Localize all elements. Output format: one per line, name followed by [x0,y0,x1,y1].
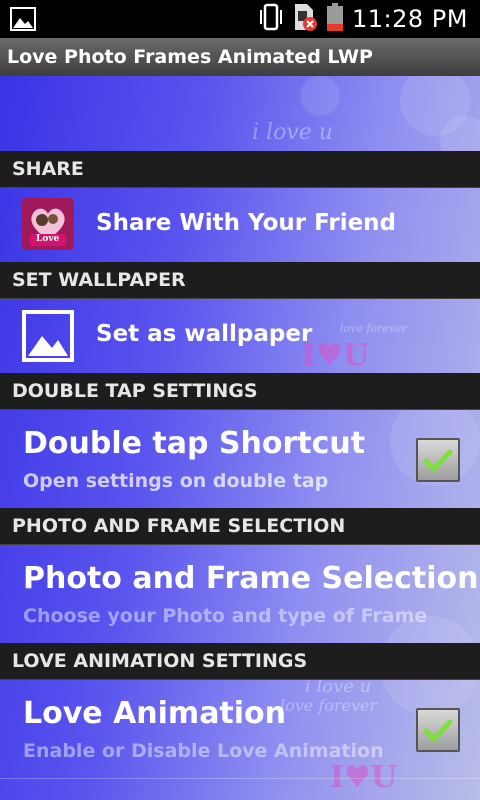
preferences-list[interactable]: i love u love forever love forever i lov… [0,76,480,800]
love-animation-checkbox[interactable] [416,708,460,752]
love-animation-summary: Enable or Disable Love Animation [23,740,384,762]
wallpaper-icon [22,310,74,362]
app-title: Love Photo Frames Animated LWP [7,46,373,68]
set-wallpaper-item[interactable]: Set as wallpaper [0,299,480,373]
vibrate-icon [258,3,284,35]
list-divider [0,778,480,779]
section-header-share: SHARE [0,151,480,188]
section-header-photo-frame: PHOTO AND FRAME SELECTION [0,508,480,545]
checkmark-icon [423,449,453,472]
photo-frame-title: Photo and Frame Selection [23,561,479,596]
double-tap-title: Double tap Shortcut [23,426,366,461]
photo-frame-selection-item[interactable]: Photo and Frame Selection Choose your Ph… [0,545,480,643]
no-sim-icon [292,2,318,36]
share-with-friend-item[interactable]: Love Share With Your Friend [0,188,480,262]
status-bar: 11:28 PM [0,0,480,38]
double-tap-shortcut-item[interactable]: Double tap Shortcut Open settings on dou… [0,410,480,508]
photo-frame-summary: Choose your Photo and type of Frame [23,605,428,627]
double-tap-summary: Open settings on double tap [23,470,329,492]
image-icon [10,7,36,35]
app-title-bar: Love Photo Frames Animated LWP [0,38,480,76]
status-time: 11:28 PM [352,5,468,33]
section-header-double-tap: DOUBLE TAP SETTINGS [0,373,480,410]
wallpaper-label: Set as wallpaper [96,321,313,347]
love-animation-title: Love Animation [23,696,287,731]
share-label: Share With Your Friend [96,210,397,236]
love-frame-icon: Love [22,198,74,250]
love-animation-item[interactable]: Love Animation Enable or Disable Love An… [0,680,480,778]
decor-text: i love u [252,120,333,145]
battery-icon [326,2,344,36]
love-badge-text: Love [36,234,60,244]
checkmark-icon [423,719,453,742]
double-tap-checkbox[interactable] [416,438,460,482]
decor-bubble [300,76,340,116]
section-header-love-animation: LOVE ANIMATION SETTINGS [0,643,480,680]
section-header-wallpaper: SET WALLPAPER [0,262,480,299]
